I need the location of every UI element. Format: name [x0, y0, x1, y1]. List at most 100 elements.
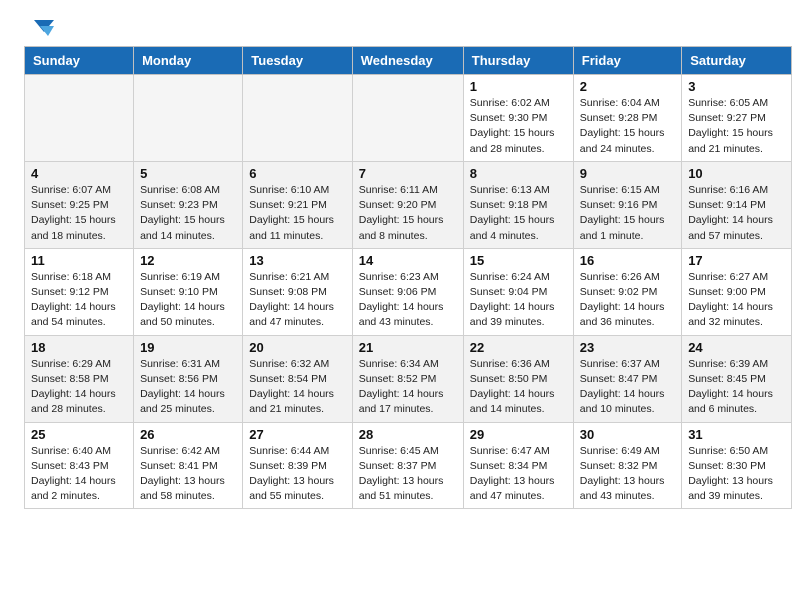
week-row-4: 18 Sunrise: 6:29 AM Sunset: 8:58 PM Dayli…: [25, 335, 792, 422]
day-number: 5: [140, 166, 236, 181]
day-number: 9: [580, 166, 675, 181]
day-number: 31: [688, 427, 785, 442]
logo-icon: [26, 18, 54, 40]
day-number: 26: [140, 427, 236, 442]
calendar-cell: 2 Sunrise: 6:04 AM Sunset: 9:28 PM Daylig…: [573, 75, 681, 162]
calendar-cell: [25, 75, 134, 162]
day-info: Sunrise: 6:45 AM Sunset: 8:37 PM Dayligh…: [359, 444, 457, 505]
day-number: 4: [31, 166, 127, 181]
logo-text: [24, 18, 54, 40]
day-info: Sunrise: 6:44 AM Sunset: 8:39 PM Dayligh…: [249, 444, 345, 505]
calendar-cell: 21 Sunrise: 6:34 AM Sunset: 8:52 PM Dayli…: [352, 335, 463, 422]
day-info: Sunrise: 6:50 AM Sunset: 8:30 PM Dayligh…: [688, 444, 785, 505]
day-info: Sunrise: 6:02 AM Sunset: 9:30 PM Dayligh…: [470, 96, 567, 157]
calendar-cell: 9 Sunrise: 6:15 AM Sunset: 9:16 PM Daylig…: [573, 161, 681, 248]
calendar-cell: 27 Sunrise: 6:44 AM Sunset: 8:39 PM Dayli…: [243, 422, 352, 509]
calendar-cell: 5 Sunrise: 6:08 AM Sunset: 9:23 PM Daylig…: [134, 161, 243, 248]
day-info: Sunrise: 6:34 AM Sunset: 8:52 PM Dayligh…: [359, 357, 457, 418]
day-info: Sunrise: 6:26 AM Sunset: 9:02 PM Dayligh…: [580, 270, 675, 331]
calendar-cell: 14 Sunrise: 6:23 AM Sunset: 9:06 PM Dayli…: [352, 248, 463, 335]
day-number: 8: [470, 166, 567, 181]
day-info: Sunrise: 6:23 AM Sunset: 9:06 PM Dayligh…: [359, 270, 457, 331]
day-info: Sunrise: 6:07 AM Sunset: 9:25 PM Dayligh…: [31, 183, 127, 244]
day-info: Sunrise: 6:36 AM Sunset: 8:50 PM Dayligh…: [470, 357, 567, 418]
day-number: 29: [470, 427, 567, 442]
day-number: 13: [249, 253, 345, 268]
day-info: Sunrise: 6:32 AM Sunset: 8:54 PM Dayligh…: [249, 357, 345, 418]
day-info: Sunrise: 6:31 AM Sunset: 8:56 PM Dayligh…: [140, 357, 236, 418]
day-number: 16: [580, 253, 675, 268]
week-row-2: 4 Sunrise: 6:07 AM Sunset: 9:25 PM Daylig…: [25, 161, 792, 248]
day-number: 21: [359, 340, 457, 355]
day-number: 24: [688, 340, 785, 355]
day-header-friday: Friday: [573, 47, 681, 75]
calendar-cell: 31 Sunrise: 6:50 AM Sunset: 8:30 PM Dayli…: [682, 422, 792, 509]
day-number: 2: [580, 79, 675, 94]
calendar-cell: 24 Sunrise: 6:39 AM Sunset: 8:45 PM Dayli…: [682, 335, 792, 422]
day-number: 12: [140, 253, 236, 268]
day-number: 15: [470, 253, 567, 268]
day-header-tuesday: Tuesday: [243, 47, 352, 75]
calendar-cell: 29 Sunrise: 6:47 AM Sunset: 8:34 PM Dayli…: [463, 422, 573, 509]
day-number: 7: [359, 166, 457, 181]
day-info: Sunrise: 6:29 AM Sunset: 8:58 PM Dayligh…: [31, 357, 127, 418]
week-row-1: 1 Sunrise: 6:02 AM Sunset: 9:30 PM Daylig…: [25, 75, 792, 162]
logo: [24, 18, 54, 36]
day-number: 17: [688, 253, 785, 268]
calendar-cell: 23 Sunrise: 6:37 AM Sunset: 8:47 PM Dayli…: [573, 335, 681, 422]
calendar-cell: 13 Sunrise: 6:21 AM Sunset: 9:08 PM Dayli…: [243, 248, 352, 335]
calendar-cell: 17Sunrise: 6:27 AM Sunset: 9:00 PM Dayli…: [682, 248, 792, 335]
calendar-table: SundayMondayTuesdayWednesdayThursdayFrid…: [24, 46, 792, 509]
page-container: SundayMondayTuesdayWednesdayThursdayFrid…: [0, 0, 792, 521]
calendar-cell: 26 Sunrise: 6:42 AM Sunset: 8:41 PM Dayli…: [134, 422, 243, 509]
calendar-cell: 18 Sunrise: 6:29 AM Sunset: 8:58 PM Dayli…: [25, 335, 134, 422]
calendar-cell: 15Sunrise: 6:24 AM Sunset: 9:04 PM Dayli…: [463, 248, 573, 335]
day-info: Sunrise: 6:08 AM Sunset: 9:23 PM Dayligh…: [140, 183, 236, 244]
day-number: 18: [31, 340, 127, 355]
day-number: 23: [580, 340, 675, 355]
day-number: 1: [470, 79, 567, 94]
day-header-saturday: Saturday: [682, 47, 792, 75]
day-info: Sunrise: 6:15 AM Sunset: 9:16 PM Dayligh…: [580, 183, 675, 244]
day-number: 30: [580, 427, 675, 442]
day-number: 22: [470, 340, 567, 355]
day-info: Sunrise: 6:49 AM Sunset: 8:32 PM Dayligh…: [580, 444, 675, 505]
day-info: Sunrise: 6:39 AM Sunset: 8:45 PM Dayligh…: [688, 357, 785, 418]
day-number: 19: [140, 340, 236, 355]
calendar-cell: 6Sunrise: 6:10 AM Sunset: 9:21 PM Daylig…: [243, 161, 352, 248]
day-header-thursday: Thursday: [463, 47, 573, 75]
day-info: Sunrise: 6:05 AM Sunset: 9:27 PM Dayligh…: [688, 96, 785, 157]
day-number: 27: [249, 427, 345, 442]
day-info: Sunrise: 6:16 AM Sunset: 9:14 PM Dayligh…: [688, 183, 785, 244]
calendar-cell: 12 Sunrise: 6:19 AM Sunset: 9:10 PM Dayli…: [134, 248, 243, 335]
calendar-cell: [352, 75, 463, 162]
calendar-header-row: SundayMondayTuesdayWednesdayThursdayFrid…: [25, 47, 792, 75]
day-number: 28: [359, 427, 457, 442]
calendar-cell: 3Sunrise: 6:05 AM Sunset: 9:27 PM Daylig…: [682, 75, 792, 162]
calendar-cell: 16 Sunrise: 6:26 AM Sunset: 9:02 PM Dayli…: [573, 248, 681, 335]
calendar-cell: 30 Sunrise: 6:49 AM Sunset: 8:32 PM Dayli…: [573, 422, 681, 509]
day-info: Sunrise: 6:19 AM Sunset: 9:10 PM Dayligh…: [140, 270, 236, 331]
day-info: Sunrise: 6:13 AM Sunset: 9:18 PM Dayligh…: [470, 183, 567, 244]
day-header-monday: Monday: [134, 47, 243, 75]
day-number: 6: [249, 166, 345, 181]
day-header-wednesday: Wednesday: [352, 47, 463, 75]
calendar-cell: 10 Sunrise: 6:16 AM Sunset: 9:14 PM Dayli…: [682, 161, 792, 248]
week-row-3: 11Sunrise: 6:18 AM Sunset: 9:12 PM Dayli…: [25, 248, 792, 335]
day-number: 11: [31, 253, 127, 268]
day-info: Sunrise: 6:04 AM Sunset: 9:28 PM Dayligh…: [580, 96, 675, 157]
day-number: 14: [359, 253, 457, 268]
day-info: Sunrise: 6:21 AM Sunset: 9:08 PM Dayligh…: [249, 270, 345, 331]
day-info: Sunrise: 6:11 AM Sunset: 9:20 PM Dayligh…: [359, 183, 457, 244]
calendar-cell: 1 Sunrise: 6:02 AM Sunset: 9:30 PM Daylig…: [463, 75, 573, 162]
day-info: Sunrise: 6:37 AM Sunset: 8:47 PM Dayligh…: [580, 357, 675, 418]
day-info: Sunrise: 6:47 AM Sunset: 8:34 PM Dayligh…: [470, 444, 567, 505]
calendar-cell: 20 Sunrise: 6:32 AM Sunset: 8:54 PM Dayli…: [243, 335, 352, 422]
calendar-cell: [243, 75, 352, 162]
day-info: Sunrise: 6:40 AM Sunset: 8:43 PM Dayligh…: [31, 444, 127, 505]
calendar-cell: 7 Sunrise: 6:11 AM Sunset: 9:20 PM Daylig…: [352, 161, 463, 248]
calendar-wrapper: SundayMondayTuesdayWednesdayThursdayFrid…: [0, 46, 792, 521]
day-number: 10: [688, 166, 785, 181]
day-number: 20: [249, 340, 345, 355]
day-info: Sunrise: 6:42 AM Sunset: 8:41 PM Dayligh…: [140, 444, 236, 505]
